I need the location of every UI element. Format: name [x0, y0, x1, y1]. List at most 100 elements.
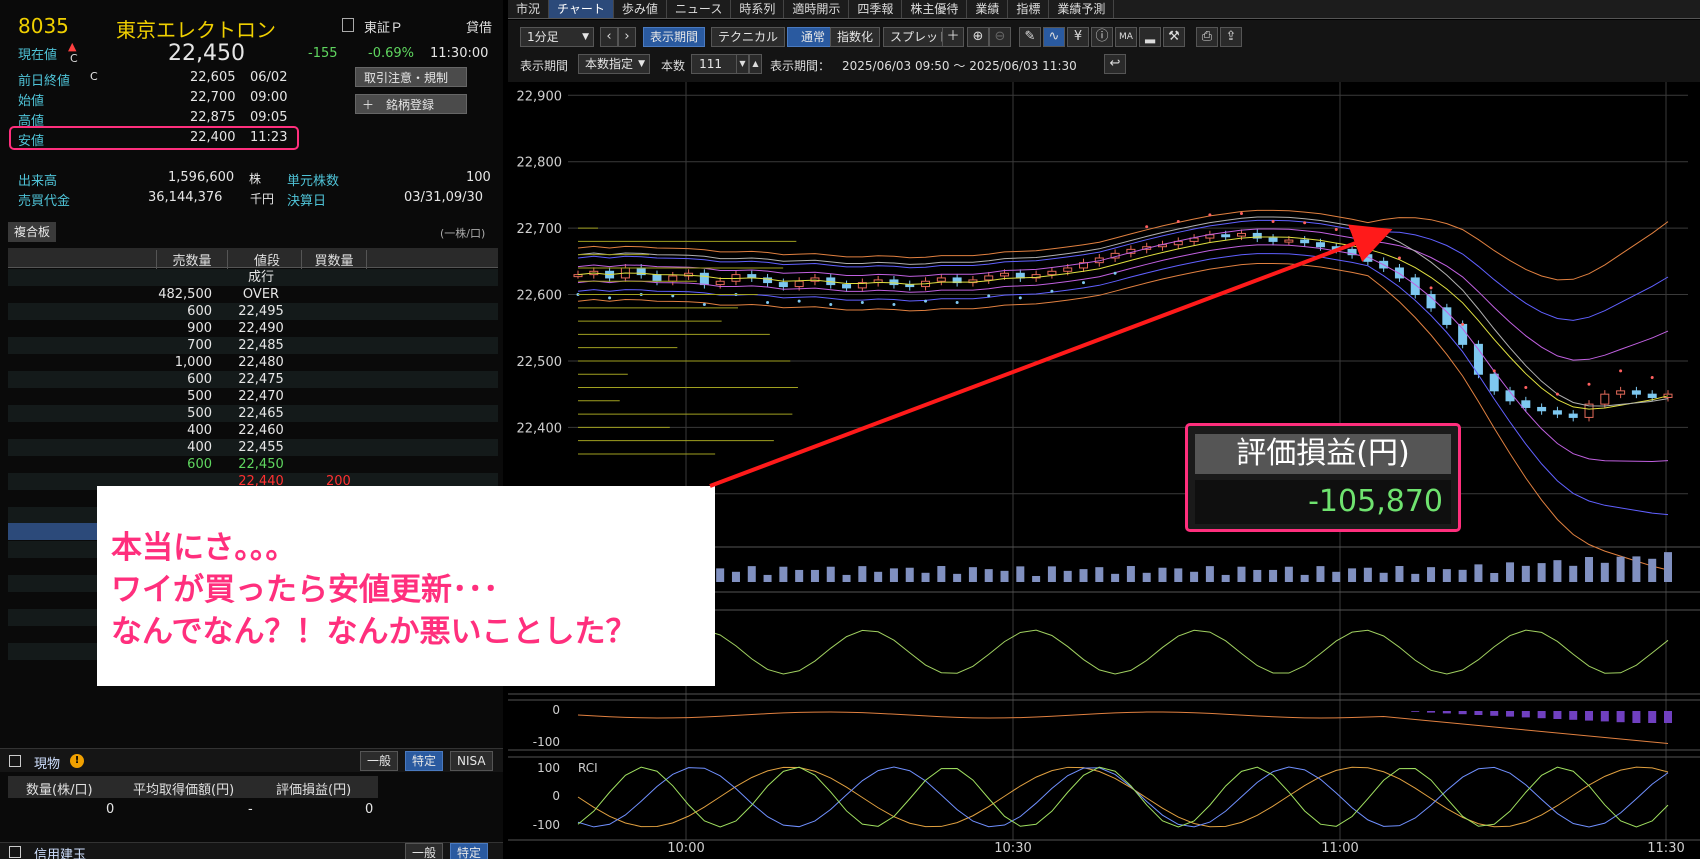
zoom-out-icon[interactable]: ⊖ — [989, 27, 1011, 47]
price-level: 22,450 — [238, 457, 284, 472]
volume-bar — [1332, 571, 1341, 582]
board-title[interactable]: 複合板 — [8, 222, 57, 242]
yen-icon[interactable]: ¥ — [1067, 27, 1089, 47]
sell-qty: 400 — [187, 440, 212, 455]
index-button[interactable]: 指数化 — [830, 27, 881, 47]
holdings-title: 現物 — [34, 757, 61, 772]
price-chart[interactable]: 22,90022,80022,70022,60022,50022,40022,3… — [508, 82, 1700, 859]
pen-icon[interactable]: ✎ — [1019, 27, 1041, 47]
order-book-row[interactable]: 700 22,485 — [8, 337, 498, 354]
open-value: 22,700 — [190, 90, 236, 105]
dropdown-arrow-icon-2: ▼ — [638, 59, 645, 69]
unit-shares-label: 単元株数 — [287, 174, 340, 189]
candle-body — [1616, 390, 1626, 395]
memo-icon[interactable] — [342, 18, 354, 32]
interval-label: 1分足 — [527, 30, 559, 44]
tab-2[interactable]: 歩み値 — [614, 0, 667, 18]
candle-body — [1489, 373, 1499, 392]
tab-7[interactable]: 株主優待 — [902, 0, 968, 18]
register-button[interactable]: ＋ 銘柄登録 — [355, 94, 467, 114]
candle-body — [1331, 246, 1341, 250]
prev-close-label: 前日終値 — [18, 74, 71, 89]
info-icon[interactable]: ⓘ — [1091, 27, 1113, 47]
margin-tab-specific[interactable]: 特定 — [450, 843, 489, 859]
sar-dot — [1176, 219, 1180, 223]
order-book-row[interactable]: 1,000 22,480 — [8, 354, 498, 371]
tab-9[interactable]: 指標 — [1008, 0, 1050, 18]
order-book-row[interactable]: 600 22,450 — [8, 456, 498, 473]
order-book-row[interactable]: 900 22,490 — [8, 320, 498, 337]
zoom-in-icon[interactable]: ⊕ — [967, 27, 989, 47]
candle-body — [1568, 413, 1578, 418]
macd-hist — [1600, 711, 1609, 722]
volume-bar — [1600, 562, 1609, 582]
candle-body — [1284, 239, 1294, 243]
window-icon-2[interactable] — [9, 846, 21, 858]
count-down-icon[interactable]: ▼ — [736, 54, 749, 74]
sar-dot — [1555, 392, 1559, 396]
price-flag: C — [70, 52, 78, 65]
settings-wrench-icon[interactable]: ⚒ — [1163, 27, 1185, 47]
order-book-row[interactable]: 400 22,460 — [8, 422, 498, 439]
price-level: 22,465 — [238, 406, 284, 421]
macd-hist — [1506, 711, 1515, 717]
tab-1[interactable]: チャート — [549, 0, 614, 18]
order-book-row[interactable]: 482,500 OVER — [8, 286, 498, 303]
margin-tab-general[interactable]: 一般 — [405, 843, 444, 859]
display-period-button[interactable]: 表示期間 — [643, 27, 706, 47]
macd-hist — [1490, 711, 1499, 716]
chart-mode-icon[interactable]: ∿ — [1043, 27, 1065, 47]
candle-body — [1000, 272, 1010, 277]
candle-body — [652, 274, 662, 282]
sar-dot — [1303, 221, 1307, 225]
tab-0[interactable]: 市況 — [508, 0, 550, 18]
holdings-tab-nisa[interactable]: NISA — [450, 751, 493, 771]
price-time: 11:30:00 — [430, 46, 489, 61]
volume-bar — [1111, 573, 1120, 582]
sar-dot — [829, 303, 833, 306]
order-book-row[interactable]: 600 22,475 — [8, 371, 498, 388]
order-book-row[interactable]: 600 22,495 — [8, 303, 498, 320]
tab-10[interactable]: 業績予測 — [1049, 0, 1115, 18]
count-input[interactable]: 111 — [691, 54, 737, 74]
sar-dot — [1271, 219, 1275, 223]
sar-dot — [1366, 239, 1370, 243]
tab-4[interactable]: 時系列 — [731, 0, 785, 18]
sar-dot — [1619, 369, 1623, 373]
return-icon[interactable]: ↩ — [1104, 54, 1126, 74]
tab-6[interactable]: 四季報 — [849, 0, 903, 18]
next-arrow-icon[interactable]: › — [618, 27, 636, 47]
tab-3[interactable]: ニュース — [667, 0, 732, 18]
holdings-tab-general[interactable]: 一般 — [360, 751, 399, 771]
order-book-row[interactable]: 400 22,455 — [8, 439, 498, 456]
holdings-tab-specific[interactable]: 特定 — [405, 751, 444, 771]
order-book-row[interactable]: 500 22,465 — [8, 405, 498, 422]
board-cursor-row[interactable] — [8, 523, 108, 540]
prev-arrow-icon[interactable]: ‹ — [600, 27, 618, 47]
current-price: 22,450 — [168, 41, 245, 66]
x-tick-label: 10:30 — [994, 841, 1031, 856]
sell-qty: 500 — [187, 389, 212, 404]
count-up-icon[interactable]: ▲ — [749, 54, 762, 74]
candle-body — [715, 280, 725, 286]
low-label: 安値 — [18, 134, 45, 149]
tab-8[interactable]: 業績 — [967, 0, 1009, 18]
technical-button[interactable]: テクニカル — [711, 27, 786, 47]
window-icon[interactable] — [9, 755, 21, 767]
order-book-row[interactable]: 成行 — [8, 269, 498, 286]
volume-bar — [1095, 567, 1104, 582]
volume-bar — [1632, 556, 1641, 582]
period-mode-select[interactable]: 本数指定 ▼ — [578, 54, 650, 74]
tab-5[interactable]: 適時開示 — [784, 0, 850, 18]
caution-button[interactable]: 取引注意・規制 — [355, 67, 467, 87]
print-icon[interactable]: ⎙ — [1196, 27, 1218, 47]
order-book-row[interactable]: 500 22,470 — [8, 388, 498, 405]
price-level: 22,460 — [238, 423, 284, 438]
market-label: 東証Ｐ — [364, 21, 404, 36]
low-value: 22,400 — [190, 130, 236, 145]
ma-icon[interactable]: MA — [1115, 27, 1137, 47]
crosshair-icon[interactable]: ＋ — [942, 27, 964, 47]
volume-chart-icon[interactable]: ▂ — [1139, 27, 1161, 47]
export-icon[interactable]: ⇪ — [1220, 27, 1242, 47]
interval-select[interactable]: 1分足 ▼ — [520, 27, 594, 47]
